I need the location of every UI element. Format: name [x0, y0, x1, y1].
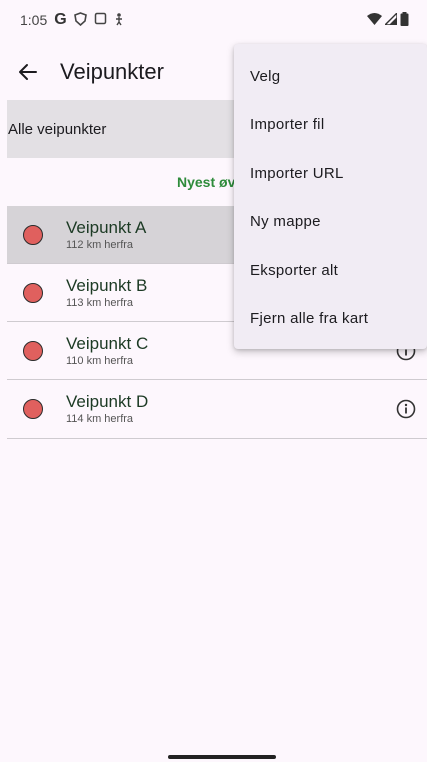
menu-item-export-all[interactable]: Eksporter alt	[234, 246, 427, 295]
waypoint-distance: 113 km herfra	[66, 296, 134, 309]
google-icon: G	[54, 11, 67, 28]
menu-item-new-folder[interactable]: Ny mappe	[234, 198, 427, 247]
menu-item-select[interactable]: Velg	[234, 52, 427, 101]
waypoint-row-d[interactable]: Veipunkt D 114 km herfra	[7, 380, 427, 439]
menu-item-import-url[interactable]: Importer URL	[234, 149, 427, 198]
waypoint-text: Veipunkt A 112 km herfra	[66, 218, 146, 252]
info-button[interactable]	[395, 398, 417, 420]
status-left: 1:05 G	[20, 11, 124, 29]
waypoint-distance: 112 km herfra	[66, 238, 134, 251]
info-icon	[396, 399, 416, 419]
shield-icon	[73, 11, 87, 29]
status-time: 1:05	[20, 12, 48, 28]
back-button[interactable]	[0, 44, 56, 100]
menu-item-import-file[interactable]: Importer fil	[234, 101, 427, 150]
waypoint-text: Veipunkt C 110 km herfra	[66, 334, 148, 368]
filter-label: Alle veipunkter	[8, 120, 107, 138]
signal-icon	[383, 11, 398, 28]
sort-order-button[interactable]: Nyest øv	[177, 174, 235, 190]
waypoint-text: Veipunkt B 113 km herfra	[66, 276, 147, 310]
waypoint-marker-icon	[23, 340, 43, 361]
waypoint-distance: 114 km herfra	[66, 413, 134, 425]
page-title: Veipunkter	[60, 59, 164, 84]
status-bar: 1:05 G	[0, 0, 427, 40]
waypoint-name: Veipunkt D	[66, 392, 149, 411]
gesture-nav-handle[interactable]	[168, 755, 276, 759]
battery-icon	[400, 11, 409, 29]
waypoint-marker-icon	[23, 224, 43, 245]
wifi-icon	[367, 12, 382, 28]
accessibility-icon	[114, 12, 124, 29]
status-right	[367, 11, 409, 29]
menu-item-remove-all-from-map[interactable]: Fjern alle fra kart	[234, 295, 427, 344]
back-arrow-icon	[19, 64, 37, 80]
waypoint-text: Veipunkt D 114 km herfra	[66, 392, 148, 426]
waypoint-distance: 110 km herfra	[66, 354, 134, 367]
waypoint-marker-icon	[23, 282, 43, 303]
waypoint-name: Veipunkt C	[66, 333, 149, 353]
waypoint-marker-icon	[23, 399, 43, 419]
waypoint-name: Veipunkt A	[66, 217, 147, 237]
overflow-menu: Velg Importer fil Importer URL Ny mappe …	[234, 44, 427, 349]
screenshot-icon	[94, 12, 107, 28]
waypoint-name: Veipunkt B	[66, 275, 148, 295]
